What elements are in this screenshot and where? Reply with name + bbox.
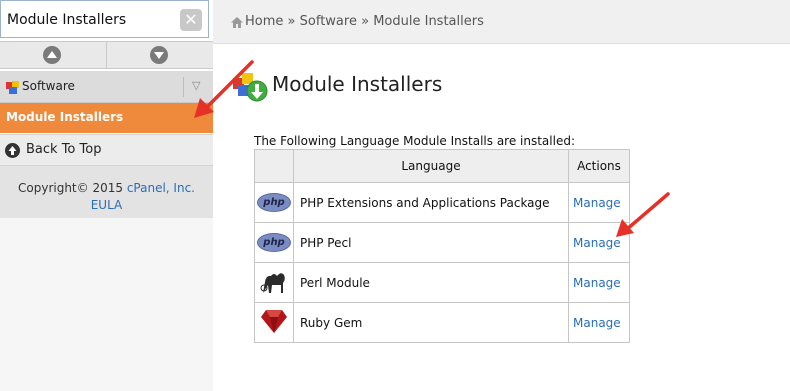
breadcrumb-home[interactable]: Home (245, 14, 283, 29)
search-box: ✕ (0, 0, 209, 38)
sidebar-footer: Copyright© 2015 cPanel, Inc. EULA (0, 166, 213, 218)
chevron-down-icon (150, 46, 168, 64)
page-title: Module Installers (272, 72, 443, 96)
icon-column-header (254, 149, 294, 183)
manage-link[interactable]: Manage (573, 276, 621, 290)
annotation-arrow-left (194, 60, 254, 118)
table-header-row: Language Actions (254, 149, 630, 183)
back-to-top-button[interactable]: Back To Top (0, 134, 213, 166)
row-actions-cell: Manage (568, 262, 630, 303)
divider (183, 77, 184, 97)
sidebar-item-module-installers[interactable]: Module Installers (0, 103, 213, 133)
back-to-top-label: Back To Top (26, 142, 102, 157)
copyright-text: Copyright© 2015 (18, 181, 123, 195)
row-actions-cell: Manage (568, 302, 630, 343)
ruby-gem-icon (261, 310, 287, 333)
language-modules-table: Language Actions php PHP Extensions and … (254, 149, 630, 343)
perl-camel-icon (260, 273, 285, 293)
cpanel-link[interactable]: cPanel, Inc. (127, 181, 195, 195)
close-icon: ✕ (184, 10, 198, 29)
sidebar-item-label: Module Installers (6, 110, 124, 124)
language-column-header: Language (293, 149, 569, 183)
table-row: php PHP Pecl Manage (254, 222, 630, 263)
software-category-icon (6, 81, 19, 94)
row-icon-cell: php (254, 222, 294, 263)
annotation-arrow-right (616, 192, 670, 237)
row-icon-cell: php (254, 182, 294, 223)
php-icon: php (257, 233, 291, 252)
breadcrumb-separator: » (287, 14, 296, 29)
table-row: Ruby Gem Manage (254, 302, 630, 343)
actions-column-header: Actions (568, 149, 630, 183)
table-row: Perl Module Manage (254, 262, 630, 303)
manage-link[interactable]: Manage (573, 316, 621, 330)
language-name: Ruby Gem (293, 302, 569, 343)
row-icon-cell (254, 262, 294, 303)
sidebar-category-label: Software (22, 79, 75, 93)
php-icon: php (257, 193, 291, 212)
search-input[interactable] (5, 5, 179, 35)
sidebar-empty-area (0, 218, 213, 391)
eula-line: EULA (0, 198, 213, 212)
sidebar-category-software[interactable]: Software ▽ (0, 71, 213, 103)
eula-link[interactable]: EULA (91, 198, 123, 212)
language-name: PHP Extensions and Applications Package (293, 182, 569, 223)
chevron-up-icon (43, 46, 61, 64)
breadcrumb-software[interactable]: Software (300, 14, 357, 29)
intro-text: The Following Language Module Installs a… (254, 134, 575, 148)
language-name: PHP Pecl (293, 222, 569, 263)
language-name: Perl Module (293, 262, 569, 303)
row-icon-cell (254, 302, 294, 343)
clear-search-button[interactable]: ✕ (180, 9, 202, 31)
sidebar-nav-arrows (0, 41, 213, 69)
breadcrumb-current: Module Installers (373, 14, 484, 29)
scroll-up-button[interactable] (0, 42, 106, 68)
breadcrumb: Home » Software » Module Installers (245, 14, 484, 29)
copyright-line: Copyright© 2015 cPanel, Inc. (0, 181, 213, 195)
sidebar: ✕ Software ▽ Module Installers Back T (0, 0, 213, 391)
home-icon[interactable] (230, 16, 244, 29)
breadcrumb-bar: Home » Software » Module Installers (213, 0, 790, 44)
arrow-up-circle-icon (5, 143, 20, 158)
breadcrumb-separator: » (361, 14, 370, 29)
table-row: php PHP Extensions and Applications Pack… (254, 182, 630, 223)
